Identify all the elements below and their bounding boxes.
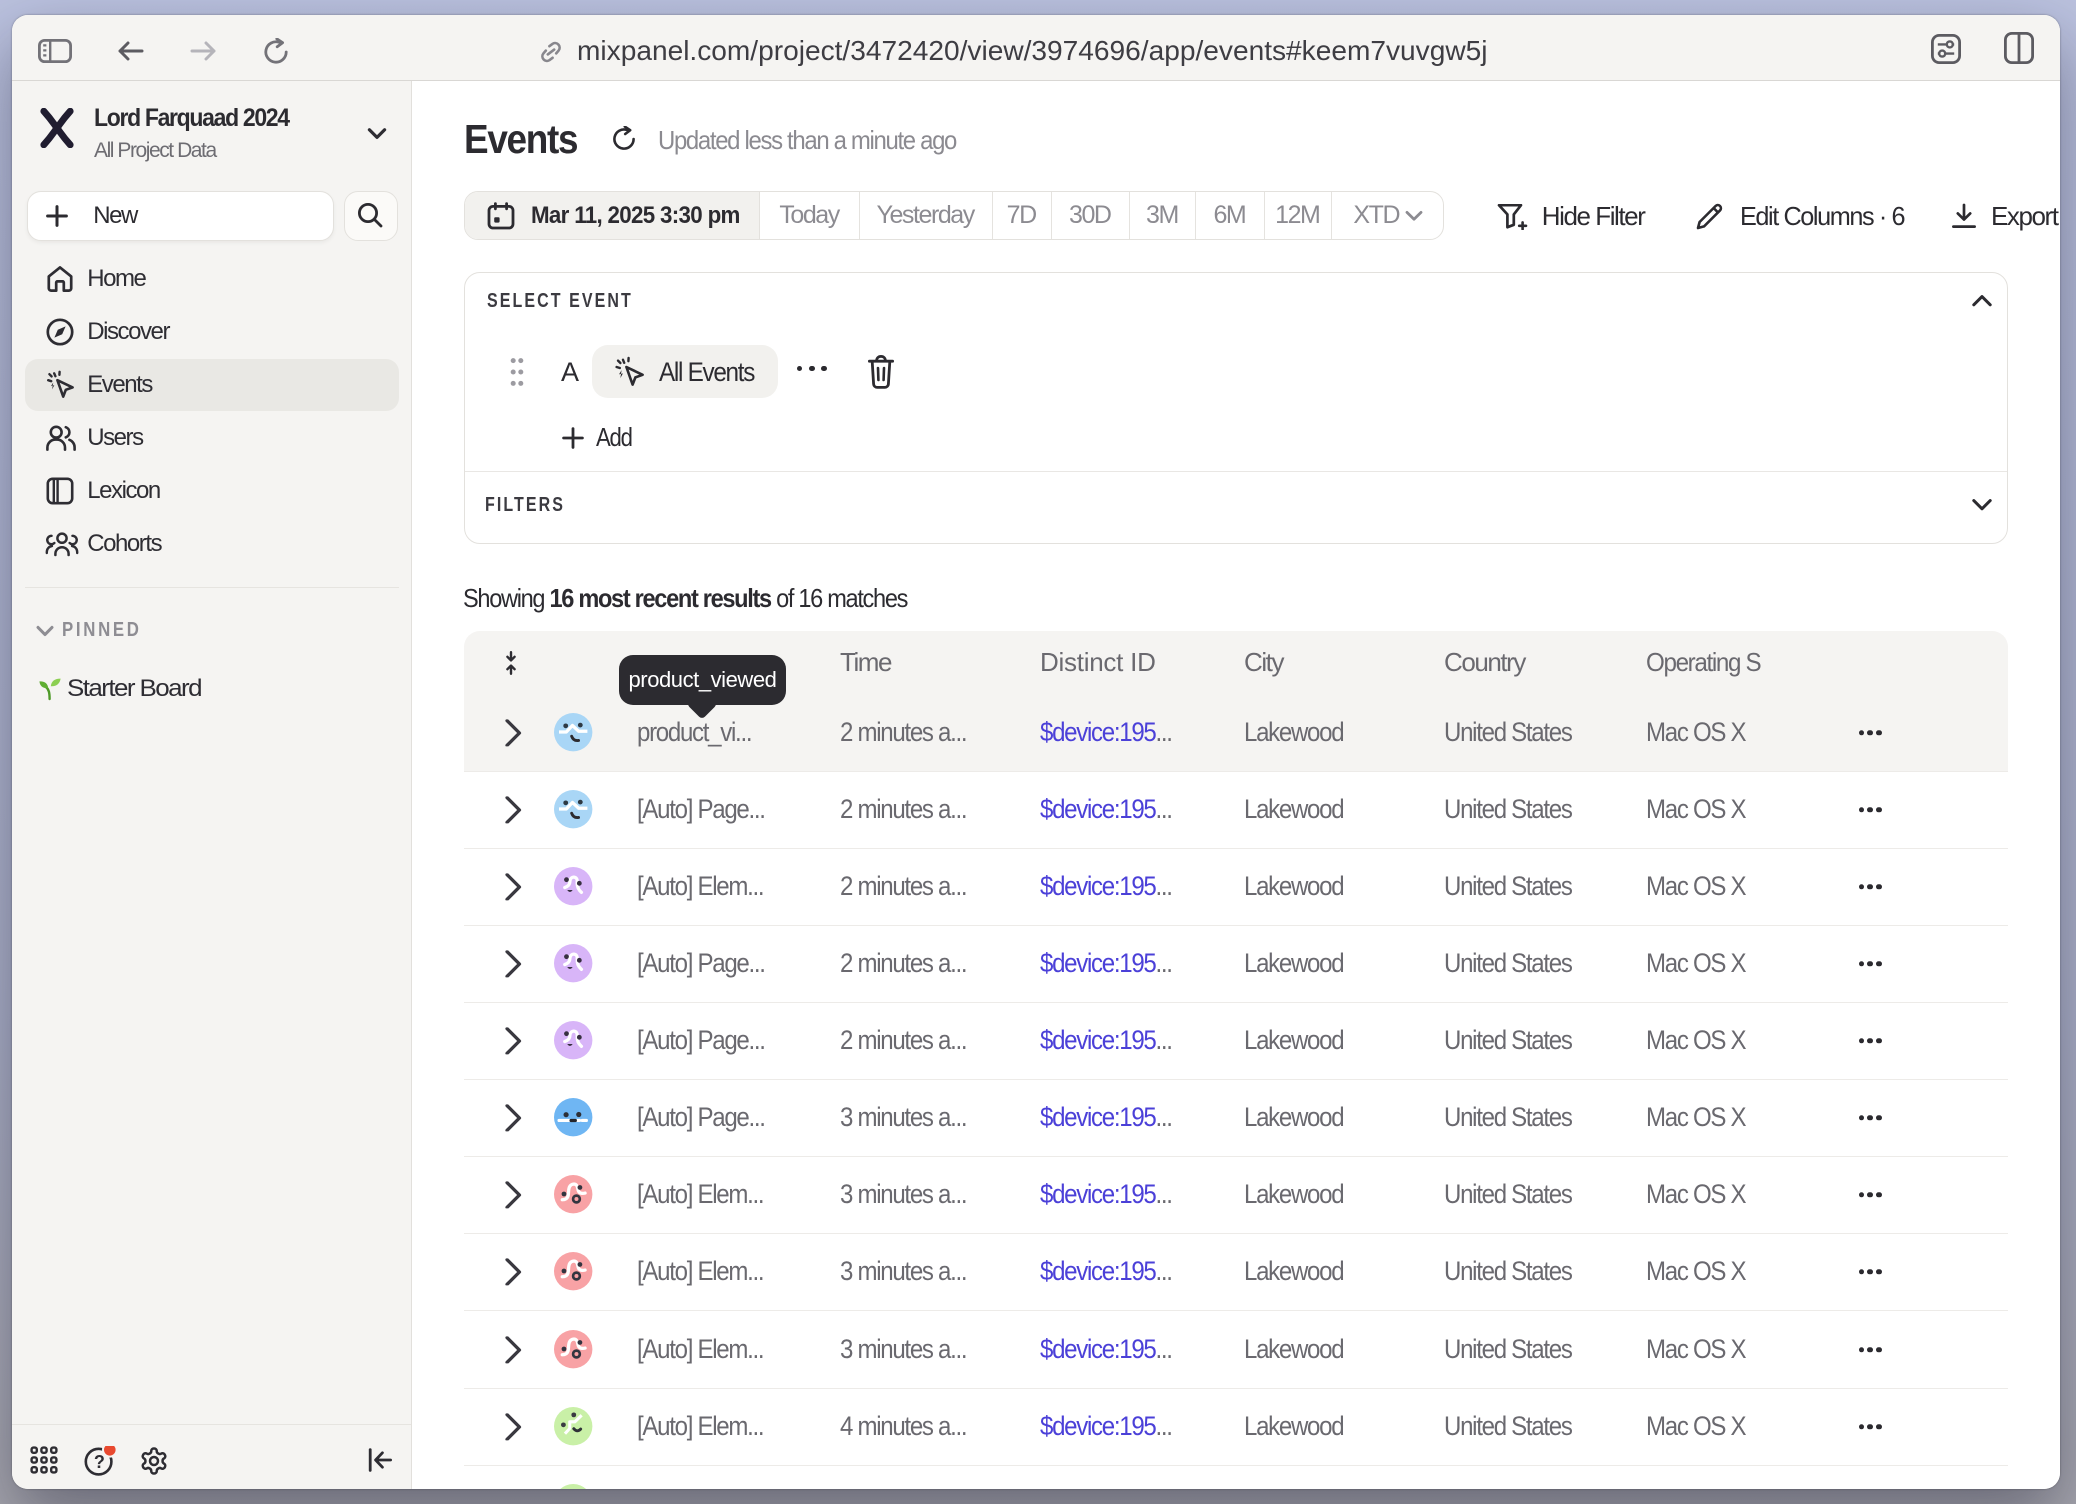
svg-text:?: ?	[94, 1452, 104, 1472]
